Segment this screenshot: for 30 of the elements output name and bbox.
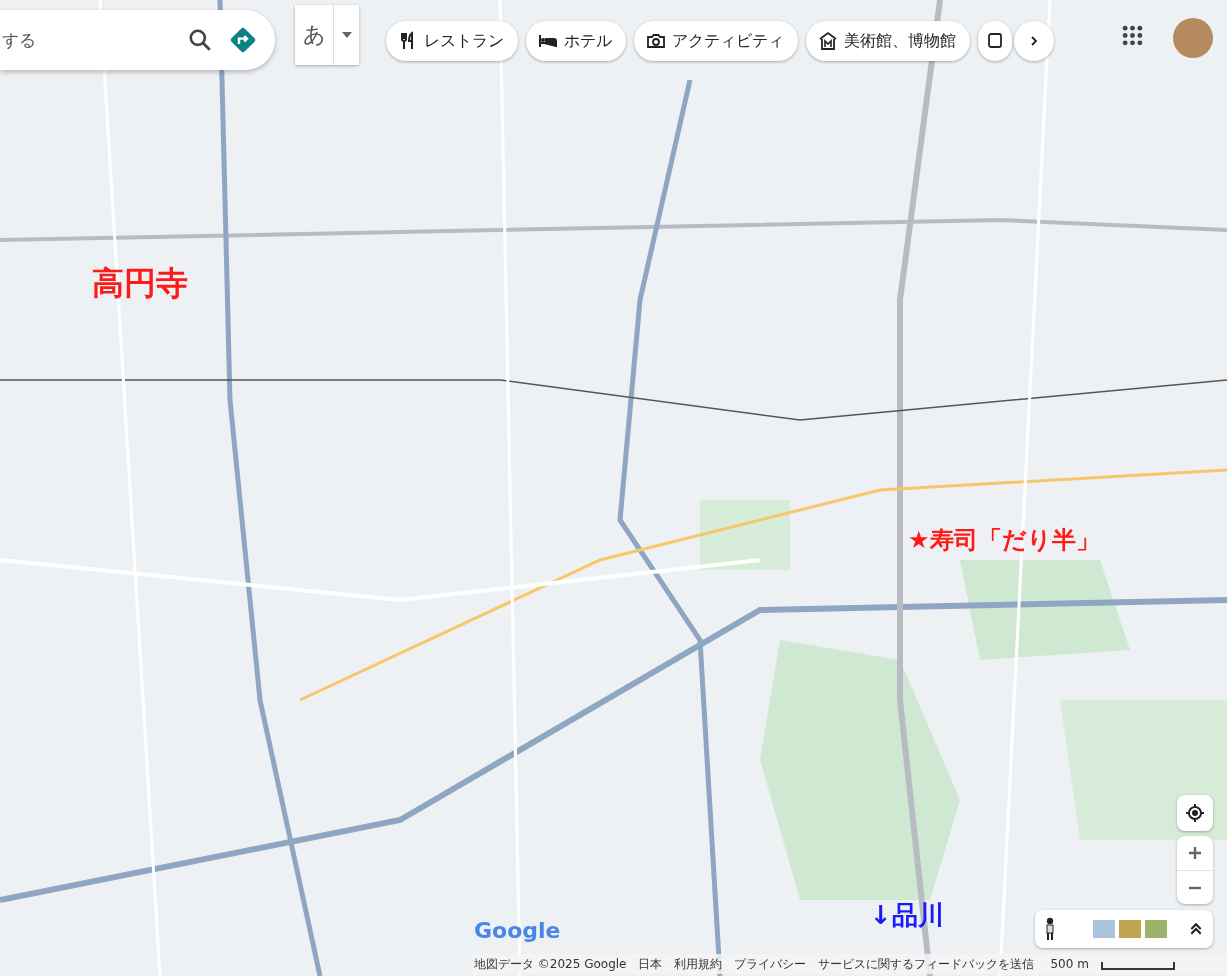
footer-link[interactable]: 地図データ ©2025 Google <box>474 955 627 973</box>
caret-icon[interactable] <box>342 32 352 38</box>
my-location-button[interactable] <box>1177 795 1213 831</box>
map-annotation: ★寿司「だり半」 <box>908 525 1100 556</box>
plus-icon <box>1188 846 1202 860</box>
google-logo: Google <box>474 918 561 943</box>
footer-link[interactable]: 利用規約 <box>674 955 723 973</box>
scale-label: 500 m <box>1050 957 1089 971</box>
map-annotation: ↓品川 <box>870 899 944 932</box>
layer-thumbnail[interactable] <box>1093 920 1115 938</box>
layer-thumbnail[interactable] <box>1145 920 1167 938</box>
category-chip[interactable]: ホテル <box>526 21 626 61</box>
category-chip[interactable]: 美術館、博物館 <box>806 21 970 61</box>
footer-link[interactable]: 日本 <box>638 955 663 973</box>
double-chevron-up-icon[interactable] <box>1189 922 1203 936</box>
search-field[interactable]: する <box>0 30 173 50</box>
category-chip[interactable]: アクティビティ <box>634 21 798 61</box>
person-figure-icon[interactable] <box>1045 916 1055 942</box>
location-target-icon <box>1185 803 1205 823</box>
layer-thumbnail[interactable] <box>1119 920 1141 938</box>
chevron-right-icon <box>1028 35 1040 47</box>
museum-icon <box>818 31 838 51</box>
footer-link[interactable]: プライバシー <box>734 955 807 973</box>
category-chip[interactable]: レストラン <box>386 21 518 61</box>
input-method-button[interactable]: あ <box>295 5 359 65</box>
map-annotation: 高円寺 <box>92 263 188 304</box>
apps-grid-icon[interactable] <box>1122 25 1143 46</box>
camera-icon <box>646 31 666 51</box>
footer-link[interactable]: サービスに関するフィードバックを送信 <box>818 955 1035 973</box>
search-icon[interactable] <box>187 27 213 53</box>
